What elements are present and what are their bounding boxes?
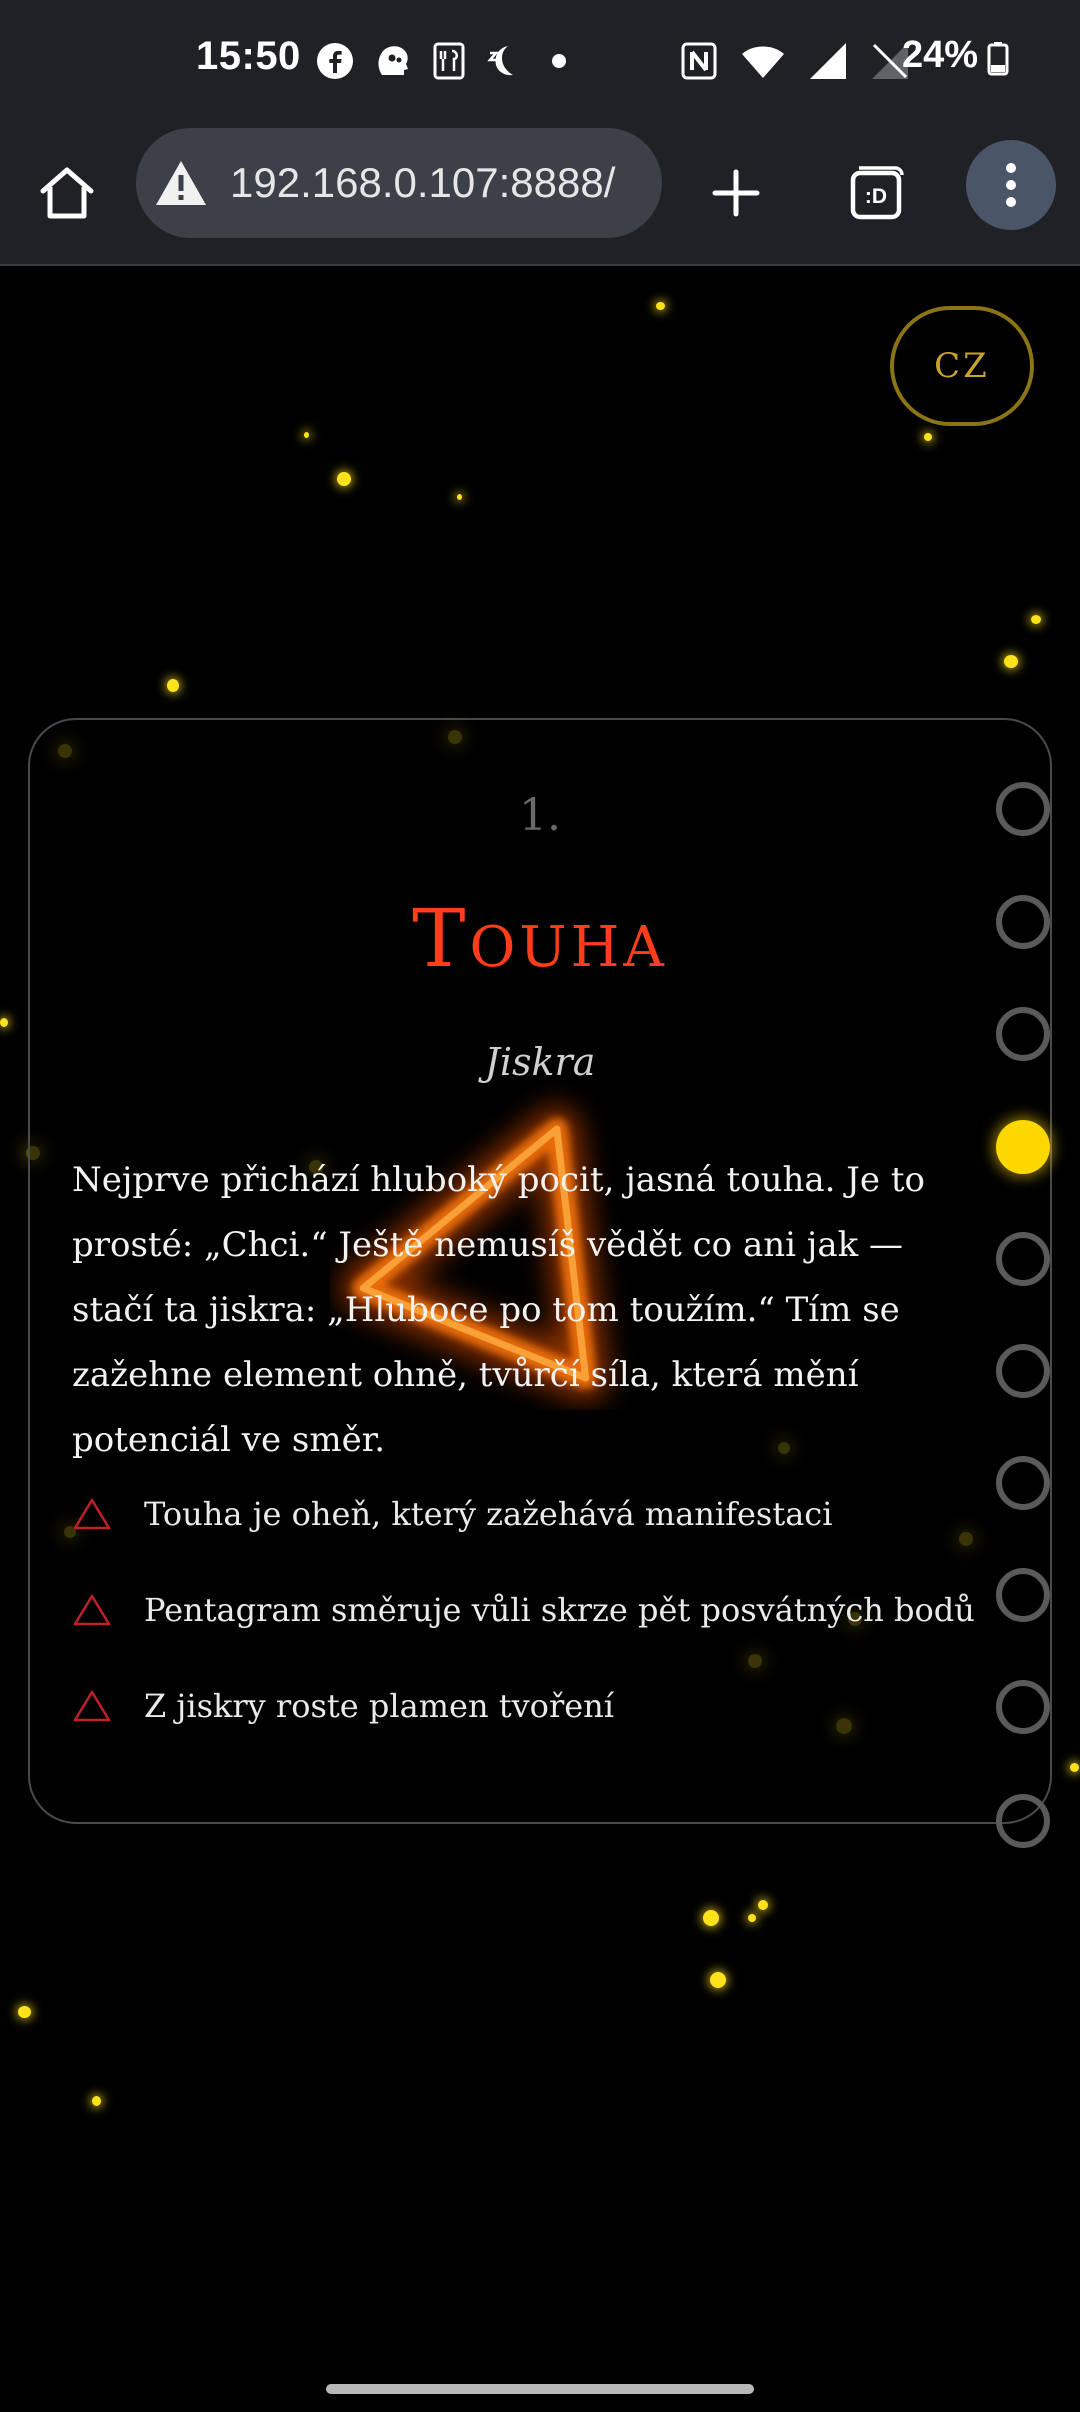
home-icon — [40, 167, 94, 219]
step-subtitle: Jiskra — [484, 1040, 596, 1084]
battery-icon — [987, 42, 1009, 76]
spark — [304, 432, 309, 438]
spark — [18, 2006, 31, 2018]
key-points-list: Touha je oheň, který zažehává manifestac… — [72, 1466, 975, 1754]
spark — [924, 433, 932, 441]
step-dot-8[interactable] — [996, 1568, 1050, 1622]
battery-percent: 24% — [902, 34, 979, 76]
nfc-icon — [681, 42, 717, 80]
spark — [92, 2096, 101, 2106]
step-dot-2[interactable] — [996, 895, 1050, 949]
gesture-navigation-bar[interactable] — [326, 2384, 754, 2394]
status-time: 15:50 — [196, 34, 301, 78]
step-dot-9[interactable] — [996, 1680, 1050, 1734]
list-item-text: Touha je oheň, který zažehává manifestac… — [144, 1495, 833, 1533]
spark — [748, 1914, 756, 1922]
system-icons — [680, 38, 910, 84]
step-number: 1. — [519, 790, 561, 841]
triangle-bullet-icon — [73, 1594, 111, 1626]
spark — [337, 472, 351, 486]
facebook-icon — [317, 43, 353, 79]
step-dot-6[interactable] — [996, 1344, 1050, 1398]
step-dot-10[interactable] — [996, 1794, 1050, 1848]
tab-switcher-button[interactable]: :D — [838, 154, 916, 232]
screen: 15:50 24% 192.168.0.107:8888/:D CZ 1. T… — [0, 0, 1080, 2412]
step-dot-3[interactable] — [996, 1007, 1050, 1061]
sim-tray-icon — [433, 42, 465, 80]
home-button[interactable] — [28, 154, 106, 232]
step-description: Nejprve přichází hluboký pocit, jasná to… — [72, 1160, 925, 1460]
list-item-text: Z jiskry roste plamen tvoření — [144, 1687, 615, 1725]
triangle-bullet-icon — [73, 1498, 111, 1530]
spark — [710, 1972, 726, 1988]
browser-toolbar: 192.168.0.107:8888/ :D — [0, 124, 1080, 266]
url-text[interactable]: 192.168.0.107:8888/ — [230, 159, 615, 207]
wifi-icon — [742, 46, 784, 78]
more-vert-icon — [1006, 163, 1016, 207]
spark — [0, 1018, 8, 1027]
spark — [703, 1910, 719, 1926]
triangle-bullet-icon — [73, 1690, 111, 1722]
spark — [457, 494, 462, 500]
notification-icons — [316, 38, 570, 84]
warning-triangle-icon[interactable] — [154, 159, 208, 207]
list-item: Touha je oheň, který zažehává manifestac… — [72, 1466, 972, 1562]
list-item-text: Pentagram směruje vůli skrze pět posvátn… — [144, 1591, 975, 1629]
address-bar[interactable]: 192.168.0.107:8888/ — [136, 128, 662, 238]
step-dot-5[interactable] — [996, 1232, 1050, 1286]
assistant-icon — [378, 46, 408, 75]
tab-switcher-label: :D — [865, 185, 887, 208]
list-item: Pentagram směruje vůli skrze pět posvátn… — [72, 1562, 975, 1658]
language-toggle-button[interactable]: CZ — [890, 306, 1034, 426]
status-bar: 15:50 24% — [0, 0, 1080, 124]
spark — [167, 679, 179, 692]
sleep-icon — [487, 46, 513, 76]
tab-switcher-icon: :D — [850, 166, 904, 220]
step-dot-7[interactable] — [996, 1456, 1050, 1510]
step-title: Touha — [412, 892, 668, 985]
menu-button[interactable] — [966, 140, 1056, 230]
spark — [1031, 615, 1041, 624]
signal-icon — [810, 43, 846, 79]
step-dot-4[interactable] — [996, 1120, 1050, 1174]
step-dot-1[interactable] — [996, 782, 1050, 836]
spark — [656, 302, 665, 310]
spark — [1070, 1763, 1079, 1772]
spark — [758, 1900, 768, 1910]
spark — [1004, 655, 1018, 668]
dot-icon — [552, 54, 566, 68]
list-item: Z jiskry roste plamen tvoření — [72, 1658, 972, 1754]
plus-icon — [712, 169, 760, 217]
new-tab-button[interactable] — [697, 154, 775, 232]
